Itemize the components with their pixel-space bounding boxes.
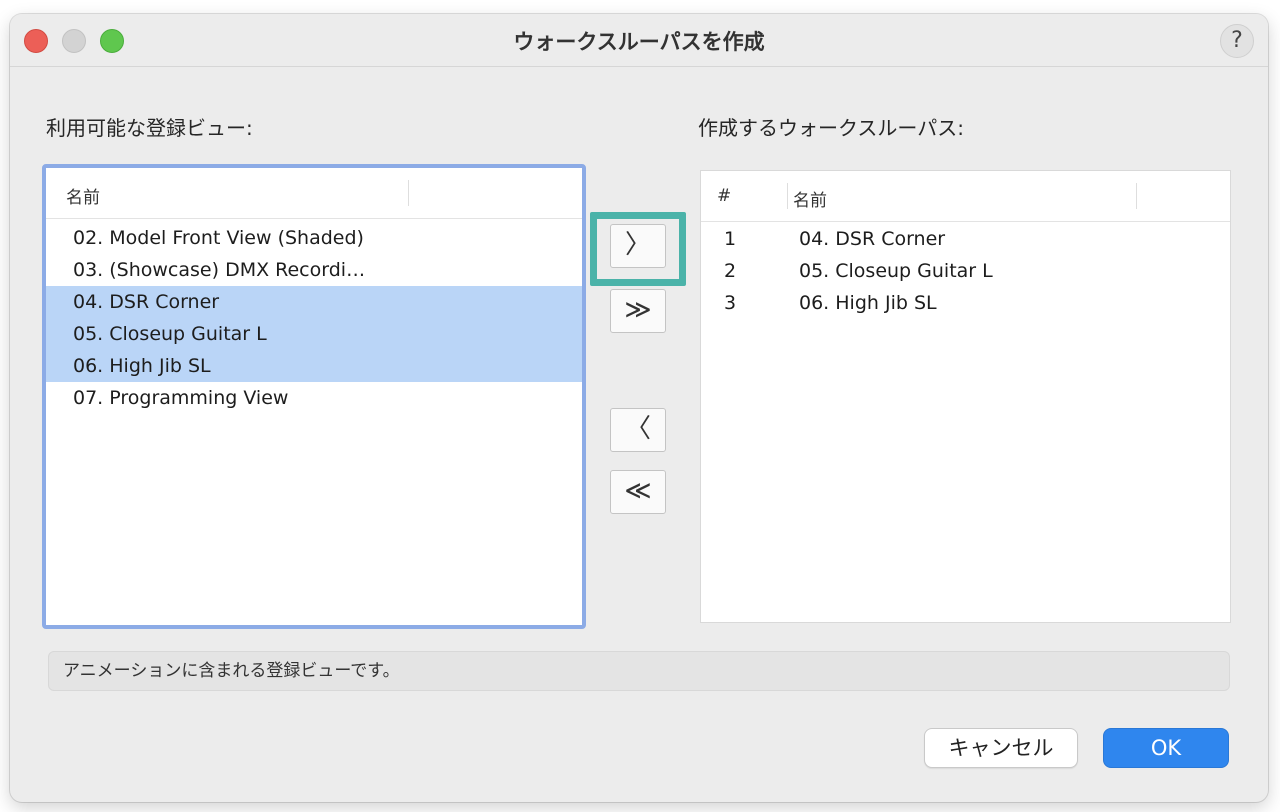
title-bar: ウォークスルーパスを作成 ? xyxy=(10,14,1268,67)
add-all-button[interactable]: ≫ xyxy=(610,289,666,333)
column-separator[interactable] xyxy=(1136,183,1137,209)
list-item-label: 04. DSR Corner xyxy=(73,291,220,313)
list-item-label: 02. Model Front View (Shaded) xyxy=(73,227,364,249)
list-item-label: 05. Closeup Guitar L xyxy=(799,260,993,282)
available-views-list[interactable]: 名前 02. Model Front View (Shaded) 03. (Sh… xyxy=(42,164,586,629)
available-views-header: 名前 xyxy=(46,168,582,219)
dialog-window: ウォークスルーパスを作成 ? 利用可能な登録ビュー: 作成するウォークスルーパス… xyxy=(10,14,1268,802)
add-selected-button[interactable]: 〉 xyxy=(610,224,666,268)
list-item-label: 03. (Showcase) DMX Recordi… xyxy=(73,259,366,281)
ok-button[interactable]: OK xyxy=(1103,728,1229,768)
list-item-number: 3 xyxy=(724,292,737,314)
remove-selected-button[interactable]: 〈 xyxy=(610,408,666,452)
list-item-label: 06. High Jib SL xyxy=(799,292,937,314)
list-item[interactable]: 1 04. DSR Corner xyxy=(701,223,1230,255)
remove-all-button[interactable]: ≪ xyxy=(610,470,666,514)
list-item-label: 04. DSR Corner xyxy=(799,228,946,250)
available-views-label: 利用可能な登録ビュー: xyxy=(46,116,253,140)
column-separator[interactable] xyxy=(408,180,409,206)
walkthrough-path-label: 作成するウォークスルーパス: xyxy=(698,116,964,140)
list-item-number: 1 xyxy=(724,228,737,250)
list-item-selected[interactable]: 05. Closeup Guitar L xyxy=(46,318,582,350)
help-button[interactable]: ? xyxy=(1220,24,1254,58)
name-column-header[interactable]: 名前 xyxy=(66,183,100,208)
list-item[interactable]: 02. Model Front View (Shaded) xyxy=(46,222,582,254)
name-column-header[interactable]: 名前 xyxy=(793,186,827,211)
list-item-label: 05. Closeup Guitar L xyxy=(73,323,267,345)
status-bar: アニメーションに含まれる登録ビューです。 xyxy=(48,651,1230,691)
list-item-selected[interactable]: 04. DSR Corner xyxy=(46,286,582,318)
walkthrough-path-header: # 名前 xyxy=(701,171,1230,222)
walkthrough-path-list[interactable]: # 名前 1 04. DSR Corner 2 05. Closeup Guit… xyxy=(700,170,1231,623)
window-title: ウォークスルーパスを作成 xyxy=(513,30,765,54)
column-separator[interactable] xyxy=(787,183,788,209)
cancel-button[interactable]: キャンセル xyxy=(924,728,1078,768)
list-item[interactable]: 03. (Showcase) DMX Recordi… xyxy=(46,254,582,286)
number-column-header[interactable]: # xyxy=(717,186,731,206)
list-item[interactable]: 07. Programming View xyxy=(46,382,582,414)
list-item[interactable]: 2 05. Closeup Guitar L xyxy=(701,255,1230,287)
list-item-label: 06. High Jib SL xyxy=(73,355,211,377)
list-item-number: 2 xyxy=(724,260,737,282)
list-item-label: 07. Programming View xyxy=(73,387,289,409)
list-item-selected[interactable]: 06. High Jib SL xyxy=(46,350,582,382)
list-item[interactable]: 3 06. High Jib SL xyxy=(701,287,1230,319)
